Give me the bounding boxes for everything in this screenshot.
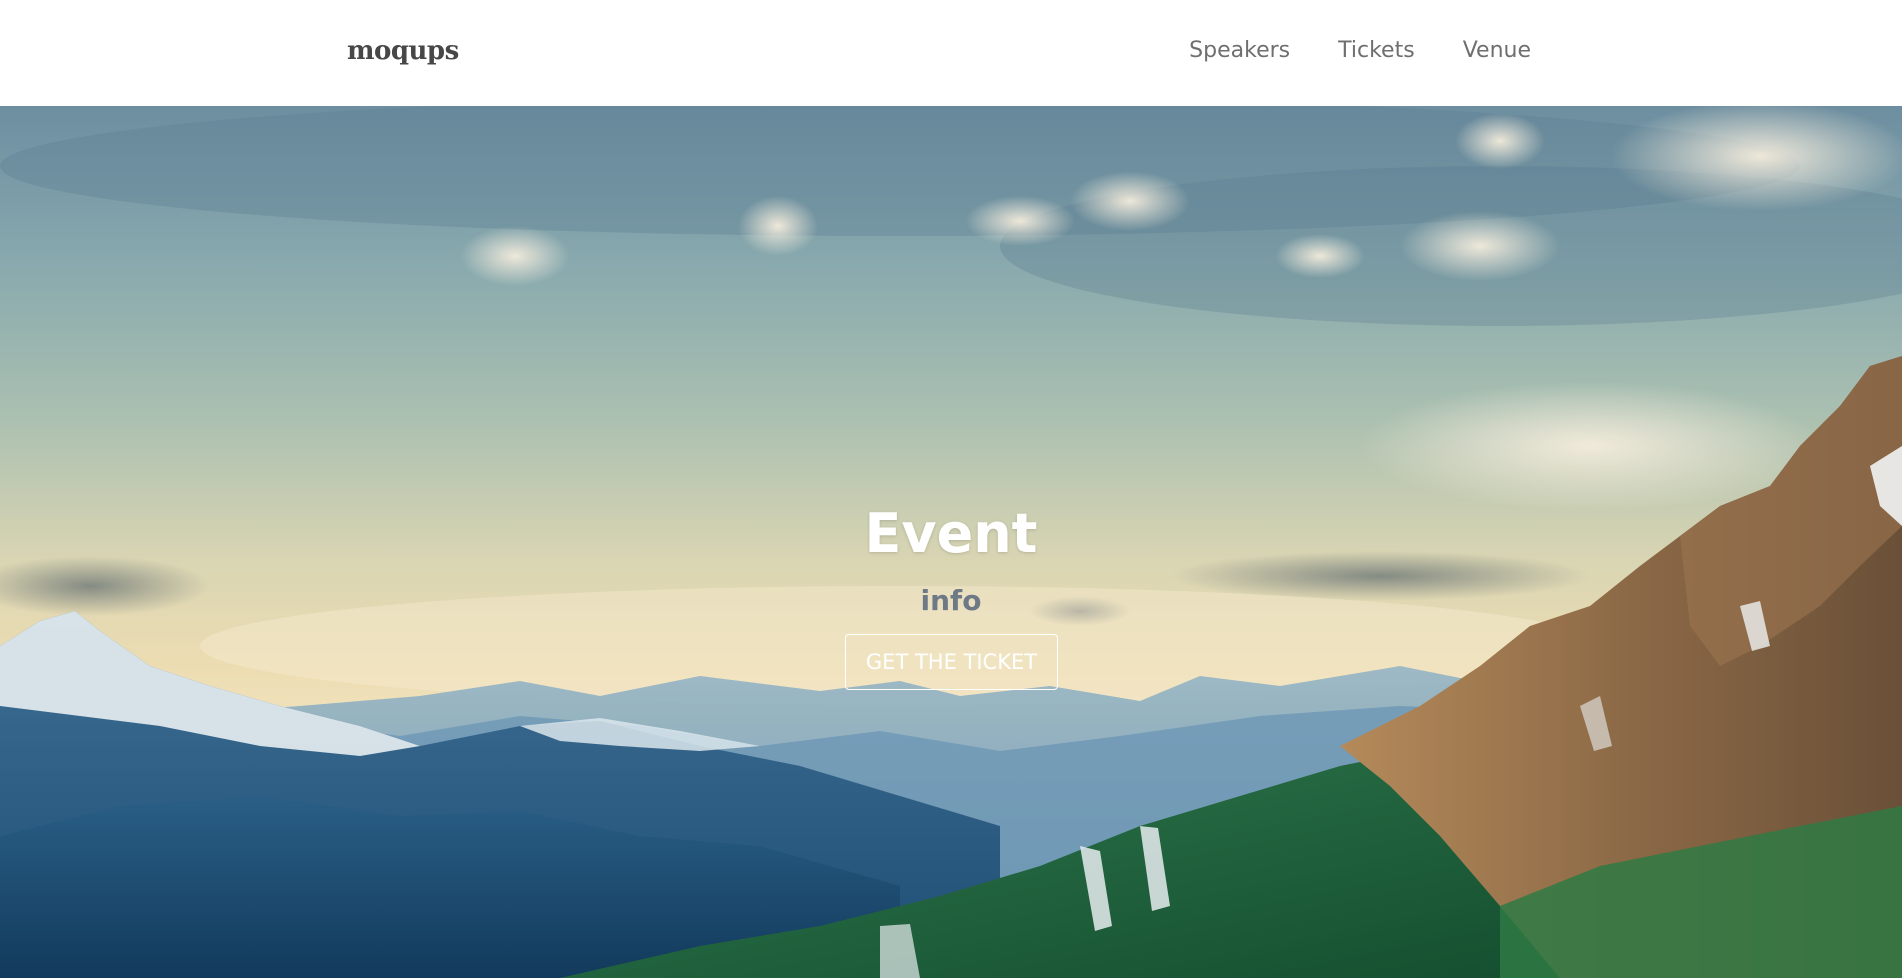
get-ticket-button[interactable]: GET THE TICKET <box>845 634 1058 690</box>
event-title: Event <box>864 502 1038 565</box>
nav-link-venue[interactable]: Venue <box>1463 36 1531 66</box>
nav-link-speakers[interactable]: Speakers <box>1189 36 1290 66</box>
top-navbar: moqups Speakers Tickets Venue <box>0 0 1902 106</box>
main-nav: Speakers Tickets Venue <box>1189 36 1531 66</box>
brand-logo[interactable]: moqups <box>347 36 459 66</box>
nav-link-tickets[interactable]: Tickets <box>1338 36 1415 66</box>
hero-content: Event info GET THE TICKET <box>0 106 1902 978</box>
event-subtitle: info <box>920 584 982 617</box>
hero-section: Event info GET THE TICKET <box>0 106 1902 978</box>
